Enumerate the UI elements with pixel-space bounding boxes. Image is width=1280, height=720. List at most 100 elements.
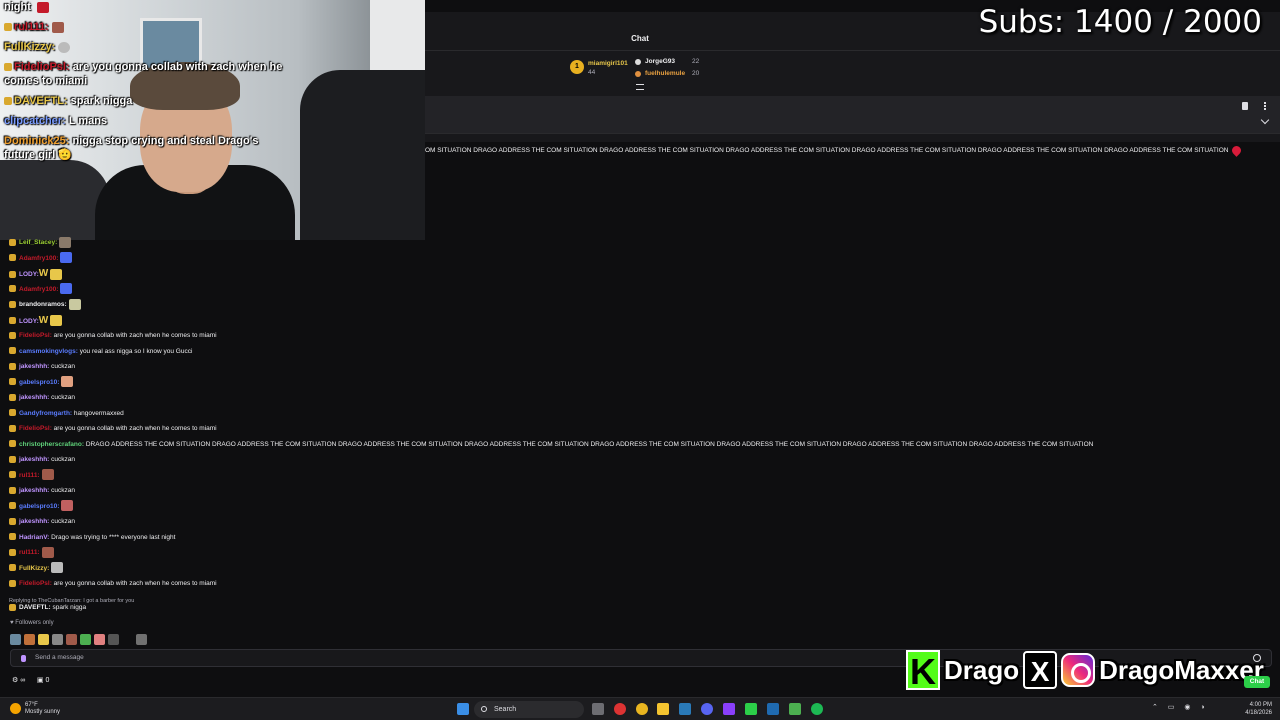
- chat-username[interactable]: christopherscrafano:: [19, 441, 84, 448]
- taskbar-search[interactable]: Search: [474, 701, 584, 718]
- chat-message[interactable]: FullKizzy:: [9, 562, 64, 576]
- obs-icon[interactable]: [614, 703, 626, 715]
- chat-username[interactable]: camsmokingvlogs:: [19, 348, 78, 355]
- leader-name: JorgeG93: [645, 58, 675, 65]
- chat-message[interactable]: Leif_Stacey:: [9, 236, 72, 250]
- chat-message[interactable]: camsmokingvlogs: you real ass nigga so I…: [9, 345, 192, 359]
- chat-message[interactable]: rul111:: [9, 469, 54, 483]
- leaderboard-expand-icon[interactable]: [636, 84, 644, 90]
- chat-username[interactable]: FidelioPsl:: [19, 580, 52, 587]
- system-tray[interactable]: ⌃ ▭ ◉ ◑: [1152, 703, 1209, 711]
- notes-icon[interactable]: [789, 703, 801, 715]
- chat-message[interactable]: Adamfry100:: [9, 252, 73, 266]
- chat-message[interactable]: jakeshhh: cuckzan: [9, 360, 75, 374]
- chat-username[interactable]: Leif_Stacey:: [19, 239, 57, 246]
- chat-username[interactable]: brandonramos:: [19, 301, 67, 308]
- chat-text: cuckzan: [49, 394, 75, 401]
- chat-text: hangovermaxxed: [72, 409, 124, 417]
- chat-username[interactable]: HadrianV:: [19, 534, 49, 541]
- chat-username[interactable]: gabelspro10:: [19, 379, 59, 386]
- chat-message[interactable]: christopherscrafano: DRAGO ADDRESS THE C…: [9, 438, 1093, 452]
- infinity-icon: ∞: [20, 677, 26, 684]
- gift-icon[interactable]: ▣: [37, 677, 44, 684]
- sun-icon: [10, 703, 21, 714]
- user-badge-icon: [9, 331, 16, 339]
- user-badge-icon: [9, 409, 16, 417]
- chat-message[interactable]: FidelioPsl: are you gonna collab with za…: [9, 577, 217, 591]
- chat-username[interactable]: jakeshhh:: [19, 518, 49, 525]
- chat-text: W: [38, 268, 49, 279]
- chat-username[interactable]: FidelioPsl:: [19, 332, 52, 339]
- chat-username[interactable]: Gandyfromgarth:: [19, 410, 72, 417]
- chrome-icon[interactable]: [636, 703, 648, 715]
- windows-taskbar: 67°F Mostly sunny Search ⌃ ▭ ◉ ◑ 4:00 PM…: [0, 697, 1280, 720]
- chat-message[interactable]: gabelspro10:: [9, 376, 74, 390]
- task-view-icon[interactable]: [592, 703, 604, 715]
- app-icon[interactable]: [723, 703, 735, 715]
- emote-icon: [60, 252, 73, 264]
- quick-emote-strip[interactable]: [10, 632, 150, 645]
- chat-message[interactable]: LODY:W: [9, 314, 63, 328]
- chat-message[interactable]: LODY:W: [9, 267, 63, 281]
- chat-message[interactable]: jakeshhh: cuckzan: [9, 484, 75, 498]
- user-badge-icon: [9, 440, 16, 448]
- chat-username[interactable]: jakeshhh:: [19, 487, 49, 494]
- chevron-down-icon[interactable]: [1260, 115, 1270, 125]
- more-options-icon[interactable]: [1264, 102, 1266, 110]
- chat-message[interactable]: FidelioPsl: are you gonna collab with za…: [9, 422, 217, 436]
- chat-header-divider: [425, 50, 1280, 51]
- emote-icon: [61, 500, 74, 512]
- chat-message[interactable]: Gandyfromgarth: hangovermaxxed: [9, 407, 124, 421]
- chat-message[interactable]: HadrianV: Drago was trying to **** every…: [9, 531, 175, 545]
- leader-name: miamigirl101: [588, 60, 628, 67]
- user-badge-icon: [9, 300, 16, 308]
- user-badge-icon: [9, 254, 16, 262]
- chat-username[interactable]: jakeshhh:: [19, 456, 49, 463]
- chat-username[interactable]: jakeshhh:: [19, 394, 49, 401]
- user-badge-icon: [9, 362, 16, 370]
- user-badge-icon: [9, 548, 16, 556]
- chat-send-button[interactable]: Chat: [1244, 676, 1270, 688]
- terminal-icon[interactable]: [745, 703, 757, 715]
- chat-username[interactable]: Adamfry100:: [19, 286, 58, 293]
- chat-message[interactable]: gabelspro10:: [9, 500, 74, 514]
- user-badge-icon: [9, 270, 16, 278]
- search-icon: [481, 706, 487, 712]
- chat-message[interactable]: FidelioPsl: are you gonna collab with za…: [9, 329, 217, 343]
- chat-username[interactable]: LODY:: [19, 271, 39, 278]
- chat-text: W: [38, 314, 49, 326]
- chat-message[interactable]: DAVEFTL: spark nigga: [9, 601, 86, 615]
- chat-username[interactable]: rul111:: [19, 472, 40, 479]
- mic-icon[interactable]: [21, 655, 26, 662]
- emote-icon: [61, 376, 74, 388]
- chat-username[interactable]: rul111:: [19, 549, 40, 556]
- user-badge-icon: [9, 285, 16, 293]
- spotify-icon[interactable]: [811, 703, 823, 715]
- chat-username[interactable]: FullKizzy:: [19, 565, 49, 572]
- chat-username[interactable]: FidelioPsl:: [19, 425, 52, 432]
- chat-message[interactable]: brandonramos:: [9, 298, 81, 312]
- chat-message[interactable]: jakeshhh: cuckzan: [9, 453, 75, 467]
- steam-client-icon[interactable]: [767, 703, 779, 715]
- chat-message[interactable]: rul111:: [9, 546, 54, 560]
- leader-count: 44: [588, 69, 596, 76]
- chat-text: are you gonna collab with zach when he c…: [51, 332, 217, 339]
- file-explorer-icon[interactable]: [657, 703, 669, 715]
- chat-message[interactable]: jakeshhh: cuckzan: [9, 515, 75, 529]
- chat-message[interactable]: jakeshhh: cuckzan: [9, 391, 75, 405]
- chat-username[interactable]: jakeshhh:: [19, 363, 49, 370]
- start-menu-icon[interactable]: [457, 703, 469, 715]
- system-clock[interactable]: 4:00 PM 4/18/2026: [1245, 701, 1272, 717]
- user-badge-icon: [9, 393, 16, 401]
- cam-chat-line: DAVEFTL: spark nigga: [4, 95, 132, 108]
- chat-message[interactable]: Adamfry100:: [9, 283, 73, 297]
- settings-icon[interactable]: ⚙: [12, 677, 18, 684]
- cam-chat-line: future girl 🫡: [4, 149, 73, 161]
- chat-username[interactable]: gabelspro10:: [19, 503, 59, 510]
- steam-icon[interactable]: [679, 703, 691, 715]
- chat-username[interactable]: Adamfry100:: [19, 255, 58, 262]
- chat-username[interactable]: LODY:: [19, 318, 39, 325]
- pin-icon[interactable]: [1242, 102, 1248, 110]
- weather-widget[interactable]: 67°F Mostly sunny: [10, 702, 60, 716]
- discord-icon[interactable]: [701, 703, 713, 715]
